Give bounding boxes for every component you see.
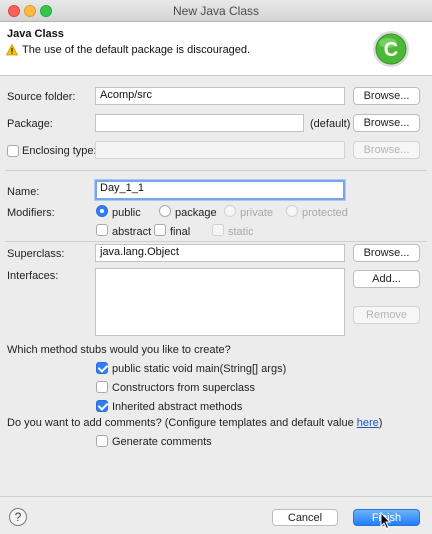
enclosing-type-browse-button[interactable]: Browse... [353, 141, 420, 159]
modifier-public-radio[interactable] [96, 205, 108, 217]
wizard-banner: Java Class The use of the default packag… [0, 22, 432, 76]
modifier-protected-radio[interactable] [286, 205, 298, 217]
warning-icon [6, 44, 18, 56]
window-title: New Java Class [172, 4, 260, 18]
stub-main-label: public static void main(String[] args) [112, 363, 287, 375]
package-label: Package: [7, 118, 53, 130]
source-folder-label: Source folder: [7, 91, 76, 103]
stub-inherited-label: Inherited abstract methods [112, 401, 243, 413]
superclass-label: Superclass: [7, 248, 65, 260]
source-folder-browse-button[interactable]: Browse... [353, 87, 420, 105]
package-input[interactable] [95, 114, 304, 132]
modifiers-label: Modifiers: [7, 207, 55, 219]
generate-comments-checkbox[interactable] [96, 435, 108, 447]
interfaces-label: Interfaces: [7, 270, 59, 282]
mouse-pointer-icon [380, 512, 392, 530]
package-default-label: (default) [310, 118, 351, 130]
comments-question-text: Do you want to add comments? (Configure … [7, 417, 357, 429]
enclosing-type-checkbox[interactable] [7, 145, 19, 157]
cancel-button[interactable]: Cancel [272, 509, 338, 526]
modifier-final-checkbox[interactable] [154, 224, 166, 236]
stub-inherited-checkbox[interactable] [96, 400, 108, 412]
enclosing-type-label: Enclosing type: [22, 145, 97, 157]
name-label: Name: [7, 186, 40, 198]
new-java-class-dialog: New Java Class Java Class The use of the… [0, 0, 432, 534]
enclosing-type-input[interactable] [95, 141, 345, 159]
superclass-input[interactable]: java.lang.Object [95, 244, 345, 262]
separator [5, 170, 427, 171]
stub-main-checkbox[interactable] [96, 362, 108, 374]
modifier-static-label: static [228, 226, 254, 238]
configure-templates-link[interactable]: here [357, 417, 379, 429]
modifier-package-radio[interactable] [159, 205, 171, 217]
modifier-protected-label: protected [302, 207, 348, 219]
stub-constructors-label: Constructors from superclass [112, 382, 256, 394]
modifier-package-label: package [175, 207, 217, 219]
class-name-input[interactable]: Day_1_1 [95, 180, 345, 200]
interfaces-remove-button[interactable]: Remove [353, 306, 420, 324]
comments-question-suffix: ) [378, 417, 383, 429]
svg-text:C: C [384, 39, 398, 61]
modifier-private-radio[interactable] [224, 205, 236, 217]
superclass-browse-button[interactable]: Browse... [353, 244, 420, 262]
banner-title: Java Class [7, 28, 64, 40]
interfaces-add-button[interactable]: Add... [353, 270, 420, 288]
modifier-public-label: public [112, 207, 141, 219]
java-class-logo-icon: C [373, 31, 409, 67]
modifier-abstract-label: abstract [112, 226, 152, 238]
separator [5, 241, 427, 242]
title-bar: New Java Class [0, 0, 432, 22]
modifier-static-checkbox[interactable] [212, 224, 224, 236]
stub-constructors-checkbox[interactable] [96, 381, 108, 393]
package-browse-button[interactable]: Browse... [353, 114, 420, 132]
banner-message: The use of the default package is discou… [22, 44, 251, 56]
interfaces-list[interactable] [95, 268, 345, 336]
help-icon[interactable]: ? [9, 508, 27, 526]
generate-comments-label: Generate comments [112, 436, 212, 448]
modifier-private-label: private [240, 207, 274, 219]
modifier-final-label: final [170, 226, 191, 238]
source-folder-input[interactable]: Acomp/src [95, 87, 345, 105]
modifier-abstract-checkbox[interactable] [96, 224, 108, 236]
comments-question: Do you want to add comments? (Configure … [7, 417, 382, 429]
method-stubs-question: Which method stubs would you like to cre… [7, 344, 231, 356]
